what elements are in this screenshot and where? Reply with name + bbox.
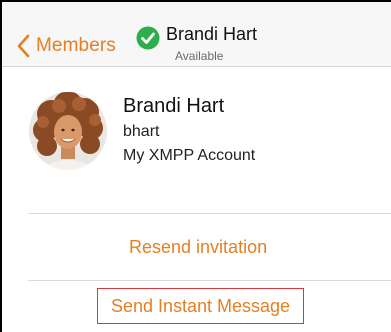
chevron-left-icon xyxy=(17,34,30,58)
contact-name: Brandi Hart xyxy=(123,95,225,117)
contact-detail-screen: Members Brandi Hart Available Brandi Har… xyxy=(0,0,391,332)
available-check-icon xyxy=(136,26,160,50)
presence-status: Available xyxy=(175,49,224,63)
back-button[interactable]: Members xyxy=(16,32,116,60)
avatar-image xyxy=(29,92,107,170)
send-message-highlight: Send Instant Message xyxy=(97,288,304,324)
resend-invitation-button[interactable]: Resend invitation xyxy=(129,237,267,258)
divider xyxy=(28,213,391,214)
navigation-bar: Members Brandi Hart Available xyxy=(2,2,391,67)
send-instant-message-button[interactable]: Send Instant Message xyxy=(111,296,290,317)
divider xyxy=(28,280,391,281)
nav-title: Brandi Hart xyxy=(166,24,258,44)
avatar xyxy=(29,92,107,170)
contact-username: bhart xyxy=(123,123,160,140)
back-button-label: Members xyxy=(36,35,116,56)
contact-account: My XMPP Account xyxy=(123,147,256,164)
